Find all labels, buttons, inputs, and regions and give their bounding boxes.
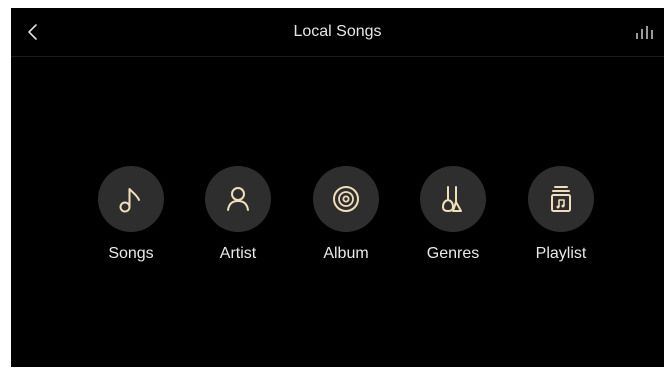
- music-note-icon: [119, 188, 140, 213]
- category-grid: Songs Artist Album Genres Playlist: [81, 166, 601, 276]
- person-icon: [227, 187, 249, 211]
- equalizer-button[interactable]: [632, 20, 656, 44]
- artist-icon-circle: [205, 166, 271, 232]
- category-artist[interactable]: Artist: [188, 166, 288, 263]
- category-label: Genres: [426, 245, 480, 262]
- album-icon-circle: [313, 166, 379, 232]
- top-bar: Local Songs: [11, 8, 664, 57]
- category-album[interactable]: Album: [296, 166, 396, 263]
- playlist-icon: [551, 186, 571, 212]
- guitar-icon: [442, 186, 462, 212]
- category-label: Artist: [219, 245, 257, 262]
- playlist-icon-circle: [528, 166, 594, 232]
- category-genres[interactable]: Genres: [403, 166, 503, 263]
- music-app-screen: Local Songs Songs Artist Album Genres Pl…: [11, 8, 664, 367]
- page-title: Local Songs: [293, 23, 382, 40]
- songs-icon-circle: [98, 166, 164, 232]
- category-label: Album: [323, 245, 369, 262]
- disc-icon: [333, 186, 359, 212]
- category-songs[interactable]: Songs: [81, 166, 181, 263]
- genres-icon-circle: [420, 166, 486, 232]
- category-label: Playlist: [535, 245, 587, 262]
- category-label: Songs: [108, 245, 154, 262]
- category-playlist[interactable]: Playlist: [511, 166, 611, 263]
- equalizer-icon: [636, 26, 653, 39]
